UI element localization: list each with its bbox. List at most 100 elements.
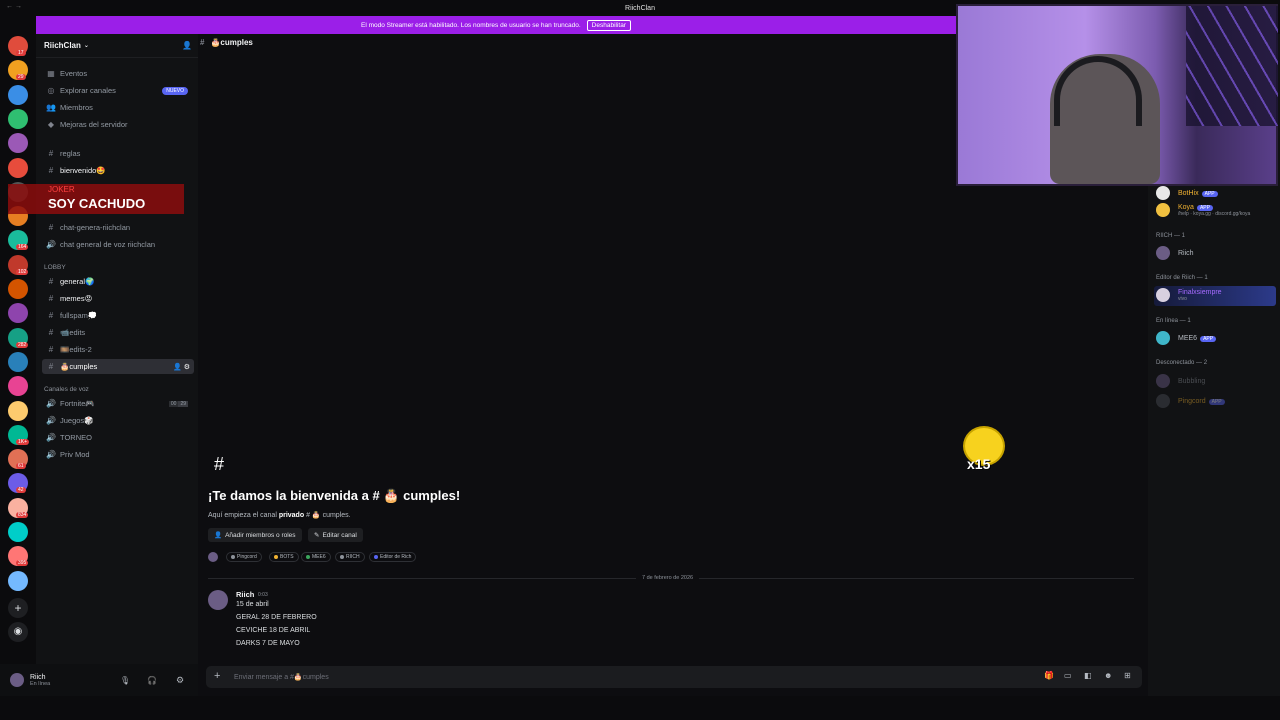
- channel-header: # 🎂cumples: [200, 38, 253, 47]
- discover-icon[interactable]: ◉: [8, 622, 28, 642]
- webcam-overlay: [956, 4, 1278, 186]
- hash-icon: #: [48, 223, 54, 232]
- mention-badge: 282: [16, 341, 29, 348]
- message-input[interactable]: [234, 669, 934, 685]
- server-header[interactable]: RiichClan ⌄ 👤: [36, 34, 198, 58]
- member-item[interactable]: Bubbling: [1156, 374, 1205, 388]
- hash-icon: #: [48, 362, 54, 371]
- voice-channel-item[interactable]: 🔊 TORNEO: [42, 430, 194, 445]
- channel-item[interactable]: # 📹edits: [42, 325, 194, 340]
- voice-channel-item-label: Fortnite🎮: [60, 399, 95, 408]
- member-name: Koya: [1178, 203, 1194, 211]
- welcome-sub-suffix: # 🎂 cumples.: [304, 512, 351, 519]
- server-icon[interactable]: [8, 522, 28, 542]
- voice-channel-item[interactable]: 🔊 Priv Mod: [42, 447, 194, 462]
- gift-icon[interactable]: 🎁: [1044, 671, 1054, 680]
- server-icon[interactable]: [8, 351, 28, 372]
- sidebar-item-eventos[interactable]: ▦ Eventos: [42, 66, 194, 81]
- role-chip[interactable]: Pingcord: [226, 552, 262, 562]
- server-icon[interactable]: [8, 400, 28, 421]
- channel-item[interactable]: # reglas: [42, 146, 194, 161]
- voice-channel-item-label: Juegos🎲: [60, 416, 94, 425]
- message-line: DARKS 7 DE MAYO: [236, 640, 300, 647]
- voice-channel-item[interactable]: 🔊 Fortnite🎮 00 29: [42, 396, 194, 411]
- sticker-icon[interactable]: ◧: [1084, 671, 1092, 680]
- nav-arrows-icon[interactable]: ← →: [6, 3, 22, 10]
- server-icon[interactable]: [8, 279, 28, 299]
- channel-settings-icon[interactable]: 👤 ⚙: [173, 363, 190, 371]
- channel-item[interactable]: # bienvenido🤩: [42, 163, 194, 178]
- message-line: GERAL 28 DE FEBRERO: [236, 614, 317, 621]
- sidebar-item-miembros[interactable]: 👥 Miembros: [42, 100, 194, 115]
- gear-icon[interactable]: ⚙: [176, 675, 184, 686]
- avatar[interactable]: [208, 590, 228, 610]
- member-item[interactable]: Pingcord APP: [1156, 394, 1225, 408]
- channel-item[interactable]: 🔊 chat general de voz riichclan: [42, 237, 194, 252]
- disable-streamer-button[interactable]: Deshabilitar: [586, 19, 631, 31]
- channel-item[interactable]: # chat-genera-riichclan: [42, 220, 194, 235]
- gif-icon[interactable]: ▭: [1064, 671, 1072, 680]
- server-icon[interactable]: [8, 84, 28, 105]
- hash-icon: #: [48, 311, 54, 320]
- voice-user-count: 00: [168, 400, 179, 407]
- add-members-label: Añadir miembros o roles: [225, 531, 296, 539]
- add-member-icon[interactable]: 👤: [182, 41, 192, 50]
- channel-sidebar: RiichClan ⌄ 👤 ▦ Eventos ◎ Explorar canales N…: [36, 34, 198, 664]
- server-icon[interactable]: [8, 133, 28, 154]
- channel-item[interactable]: # 🎞️edits-2: [42, 342, 194, 357]
- headphones-icon[interactable]: 🎧: [147, 676, 157, 685]
- member-name: Riich: [1178, 249, 1194, 257]
- member-item[interactable]: BotHix APP: [1156, 186, 1218, 200]
- role-chip[interactable]: RIICH: [335, 552, 365, 562]
- date-divider-label: 7 de febrero de 2026: [636, 575, 700, 581]
- pencil-icon: ✎: [314, 532, 320, 539]
- channel-item[interactable]: # memes😡: [42, 291, 194, 306]
- server-icon[interactable]: [8, 108, 28, 129]
- add-server-icon[interactable]: +: [8, 598, 28, 618]
- mention-badge: 102: [16, 268, 29, 275]
- avatar: [1156, 331, 1170, 345]
- hash-icon: #: [48, 294, 54, 303]
- server-icon[interactable]: [8, 570, 28, 591]
- sidebar-item-mejoras-del-servidor-label: Mejoras del servidor: [60, 120, 128, 129]
- add-members-button[interactable]: 👤 Añadir miembros o roles: [208, 528, 302, 542]
- plus-icon[interactable]: +: [214, 670, 220, 682]
- channel-item[interactable]: # fullspam💭: [42, 308, 194, 323]
- emoji-icon[interactable]: ☻: [1104, 671, 1112, 680]
- category-lobby[interactable]: LOBBY: [44, 264, 66, 271]
- speaker-icon: 🔊: [46, 416, 56, 425]
- channel-item[interactable]: # 🎂cumples 👤 ⚙: [42, 359, 194, 374]
- mention-badge: 164: [16, 244, 29, 251]
- message-author[interactable]: Riich: [236, 590, 254, 599]
- member-item[interactable]: Riich: [1156, 246, 1194, 260]
- edit-channel-button[interactable]: ✎ Editar canal: [308, 528, 363, 542]
- edit-channel-label: Editar canal: [322, 531, 357, 539]
- apps-icon[interactable]: ⊞: [1124, 671, 1131, 680]
- member-item[interactable]: Koya APP/help · koya.gg · discord.gg/koya: [1156, 203, 1250, 217]
- member-item[interactable]: MEE6 APP: [1156, 331, 1217, 345]
- hash-icon: #: [200, 38, 205, 47]
- voice-channel-item[interactable]: 🔊 Juegos🎲: [42, 413, 194, 428]
- speaker-icon: 🔊: [46, 450, 56, 459]
- member-activity: /help · koya.gg · discord.gg/koya: [1178, 210, 1251, 217]
- hash-icon: #: [48, 277, 54, 286]
- server-icon[interactable]: [8, 303, 28, 324]
- hash-icon: #: [48, 149, 54, 158]
- category-voice[interactable]: Canales de voz: [44, 386, 89, 393]
- message-line: 15 de abril: [236, 601, 269, 608]
- role-chip[interactable]: Editor de Rich: [369, 552, 417, 562]
- member-name: BotHix: [1178, 189, 1199, 197]
- server-icon[interactable]: [8, 157, 28, 178]
- avatar: [1156, 246, 1170, 260]
- avatar: [1156, 394, 1170, 408]
- sidebar-item-mejoras-del-servidor[interactable]: ◆ Mejoras del servidor: [42, 117, 194, 132]
- channel-item[interactable]: # general🌍: [42, 274, 194, 289]
- member-name: MEE6: [1178, 334, 1198, 342]
- sidebar-item-explorar-canales[interactable]: ◎ Explorar canales NUEVO: [42, 83, 194, 98]
- microphone-icon[interactable]: 🎙: [120, 676, 130, 685]
- role-chip[interactable]: BOTS: [269, 552, 299, 562]
- server-icon[interactable]: [8, 376, 28, 397]
- role-chip[interactable]: MEE6: [301, 552, 331, 562]
- avatar[interactable]: [10, 673, 24, 687]
- member-item[interactable]: Finalxsiempre vivo: [1156, 288, 1222, 302]
